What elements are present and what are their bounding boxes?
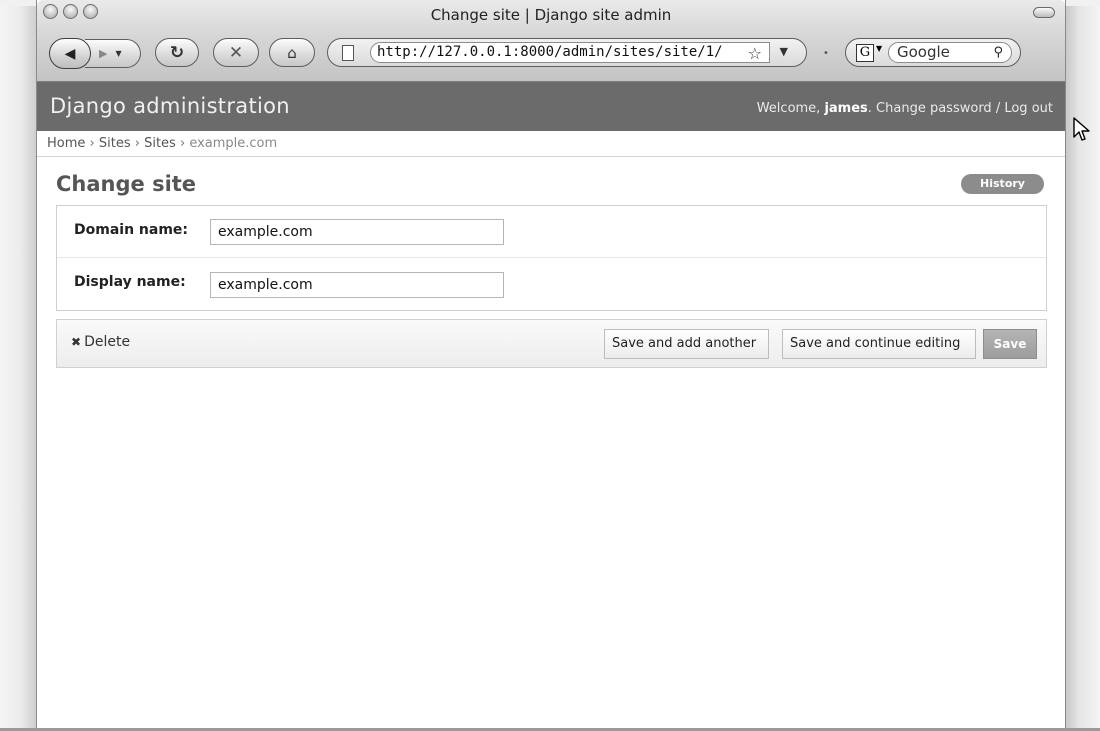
- browser-chrome: Change site | Django site admin ▶ ▼ ◀ ↻ …: [37, 0, 1065, 82]
- delete-link[interactable]: ✖ Delete: [71, 334, 130, 350]
- history-button[interactable]: History: [961, 174, 1044, 194]
- form-row-domain: Domain name: example.com: [57, 206, 1046, 258]
- delete-icon: ✖: [71, 335, 82, 349]
- breadcrumb-separator: ›: [134, 136, 140, 151]
- stop-icon: ✕: [228, 42, 244, 63]
- page-title: Change site: [56, 172, 197, 196]
- back-arrow-icon: ◀: [64, 45, 76, 62]
- delete-label: Delete: [84, 334, 131, 350]
- address-bar[interactable]: http://127.0.0.1:8000/admin/sites/site/1…: [327, 38, 807, 67]
- nav-buttons: ▶ ▼ ◀: [49, 38, 141, 69]
- search-placeholder: Google: [897, 43, 950, 61]
- window-shadow-left: [0, 6, 36, 731]
- search-input[interactable]: Google ⚲: [888, 42, 1012, 63]
- display-name-label: Display name:: [74, 274, 186, 290]
- mouse-pointer-icon: [1073, 117, 1090, 141]
- toolbar-toggle-button[interactable]: [1033, 7, 1055, 18]
- save-button[interactable]: Save: [983, 329, 1037, 359]
- display-name-input[interactable]: example.com: [210, 272, 504, 298]
- logout-link[interactable]: Log out: [1004, 101, 1053, 116]
- username: james: [824, 101, 868, 116]
- url-input[interactable]: http://127.0.0.1:8000/admin/sites/site/1…: [370, 42, 770, 63]
- search-engine-dropdown-icon[interactable]: ▼: [876, 44, 882, 53]
- toolbar-separator: •: [823, 48, 829, 59]
- welcome-text: Welcome,: [756, 101, 825, 116]
- stop-button[interactable]: ✕: [213, 38, 259, 67]
- search-bar[interactable]: G ▼ Google ⚲: [845, 38, 1021, 67]
- change-password-link[interactable]: . Change password: [868, 101, 992, 116]
- back-button[interactable]: ◀: [49, 38, 91, 69]
- breadcrumb-home[interactable]: Home: [47, 136, 85, 151]
- forward-button[interactable]: ▶ ▼: [85, 39, 141, 68]
- domain-name-label: Domain name:: [74, 222, 189, 238]
- window-title: Change site | Django site admin: [430, 6, 672, 24]
- history-dropdown-icon[interactable]: ▼: [115, 49, 121, 58]
- admin-header: Django administration Welcome, james. Ch…: [37, 82, 1065, 131]
- save-and-continue-button[interactable]: Save and continue editing: [782, 329, 976, 359]
- breadcrumb-current: example.com: [189, 136, 278, 151]
- search-engine-icon[interactable]: G: [856, 44, 874, 62]
- user-tools: Welcome, james. Change password / Log ou…: [757, 101, 1053, 116]
- breadcrumb-separator: ›: [179, 136, 186, 151]
- breadcrumb-sites-model[interactable]: Sites: [144, 136, 176, 151]
- bookmark-star-icon[interactable]: ☆: [748, 44, 762, 63]
- url-dropdown-icon[interactable]: ▼: [780, 45, 788, 58]
- reload-button[interactable]: ↻: [155, 38, 199, 67]
- domain-name-input[interactable]: example.com: [210, 219, 504, 245]
- form-row-display: Display name: example.com: [57, 258, 1046, 310]
- browser-window: Change site | Django site admin ▶ ▼ ◀ ↻ …: [36, 0, 1066, 731]
- submit-row: ✖ Delete Save and add another Save and co…: [56, 319, 1047, 368]
- window-shadow-right: [1066, 6, 1100, 731]
- change-form-fieldset: Domain name: example.com Display name: e…: [56, 205, 1047, 311]
- home-button[interactable]: ⌂: [269, 38, 315, 67]
- breadcrumb: Home › Sites › Sites › example.com: [37, 131, 1065, 157]
- save-and-add-another-button[interactable]: Save and add another: [604, 329, 769, 359]
- user-tools-separator: /: [991, 101, 1005, 116]
- reload-icon: ↻: [169, 42, 185, 63]
- page-icon: [342, 45, 354, 61]
- breadcrumb-sites-app[interactable]: Sites: [99, 136, 131, 151]
- site-branding[interactable]: Django administration: [50, 94, 290, 118]
- home-icon: ⌂: [287, 43, 297, 62]
- search-icon[interactable]: ⚲: [993, 43, 1003, 62]
- breadcrumb-separator: ›: [89, 136, 95, 151]
- forward-arrow-icon: ▶: [99, 47, 108, 60]
